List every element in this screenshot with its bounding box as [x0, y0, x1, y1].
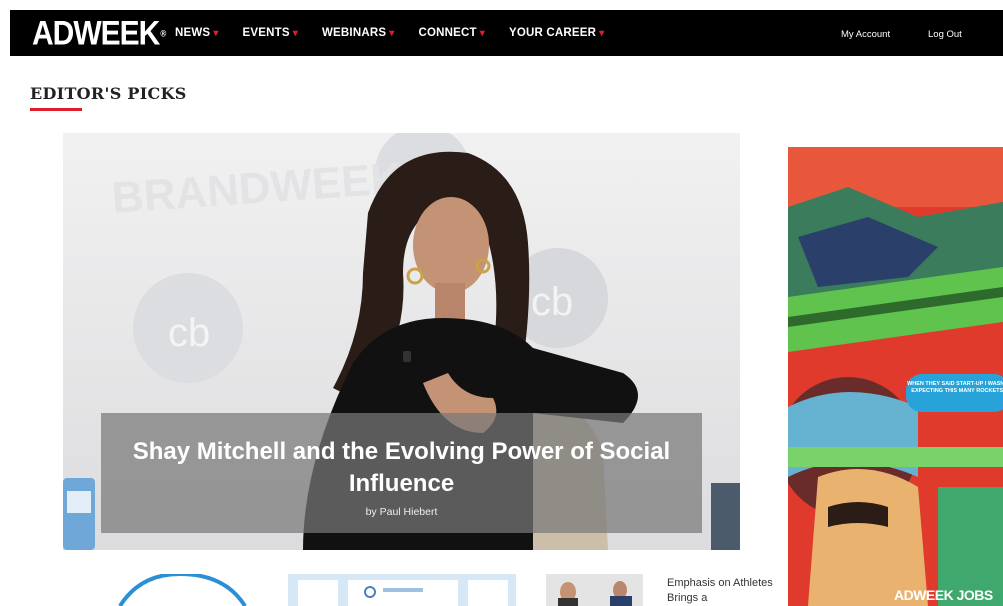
dashboard-graphic	[288, 574, 516, 606]
backdrop-logo: cb	[168, 311, 210, 355]
chevron-down-icon: ▾	[292, 28, 298, 39]
adweek-logo[interactable]: ADWEEK®	[32, 16, 166, 52]
chevron-down-icon: ▾	[599, 28, 605, 39]
hero-story[interactable]: BRANDWEEK cb cb Shay Mitchell and the Ev…	[63, 133, 740, 550]
chevron-down-icon: ▾	[389, 28, 395, 39]
card-headline-3[interactable]: Emphasis on Athletes Brings a	[667, 576, 777, 606]
my-account-link[interactable]: My Account	[841, 29, 890, 40]
hero-headline[interactable]: Shay Mitchell and the Evolving Power of …	[101, 436, 702, 500]
card-thumbnail-2[interactable]	[288, 574, 516, 606]
nav-news[interactable]: NEWS ▾	[175, 27, 219, 39]
chevron-down-icon: ▾	[479, 28, 485, 39]
log-out-link[interactable]: Log Out	[928, 29, 962, 40]
card-thumbnail-3[interactable]	[546, 574, 643, 606]
circle-graphic	[118, 574, 247, 606]
top-bar: ADWEEK® NEWS ▾ EVENTS ▾ WEBINARS ▾ CONNECT ▾…	[0, 0, 1003, 56]
card-thumbnail-1[interactable]	[60, 574, 270, 606]
hero-caption: Shay Mitchell and the Evolving Power of …	[101, 413, 702, 533]
section-title: EDITOR'S PICKS	[30, 84, 187, 103]
nav-events[interactable]: EVENTS ▾	[243, 27, 298, 39]
navigation-bar: ADWEEK® NEWS ▾ EVENTS ▾ WEBINARS ▾ CONNECT ▾…	[10, 10, 1003, 56]
ad-speech-bubble: WHEN THEY SAID START-UP I WASN'T EXPECTI…	[906, 374, 1003, 412]
section-title-underline	[30, 108, 82, 111]
chevron-down-icon: ▾	[213, 28, 219, 39]
nav-webinars[interactable]: WEBINARS ▾	[322, 27, 394, 39]
panel-photo	[546, 574, 643, 606]
side-advertisement[interactable]: WHEN THEY SAID START-UP I WASN'T EXPECTI…	[788, 147, 1003, 606]
backdrop-logo-2: cb	[531, 280, 573, 324]
adweek-jobs-logo: ADWEEK JOBS	[894, 587, 993, 603]
main-nav: NEWS ▾ EVENTS ▾ WEBINARS ▾ CONNECT ▾ YOUR CA…	[175, 27, 628, 39]
nav-your-career[interactable]: YOUR CAREER ▾	[509, 27, 604, 39]
nav-connect[interactable]: CONNECT ▾	[418, 27, 485, 39]
hero-byline: by Paul Hiebert	[365, 506, 438, 518]
